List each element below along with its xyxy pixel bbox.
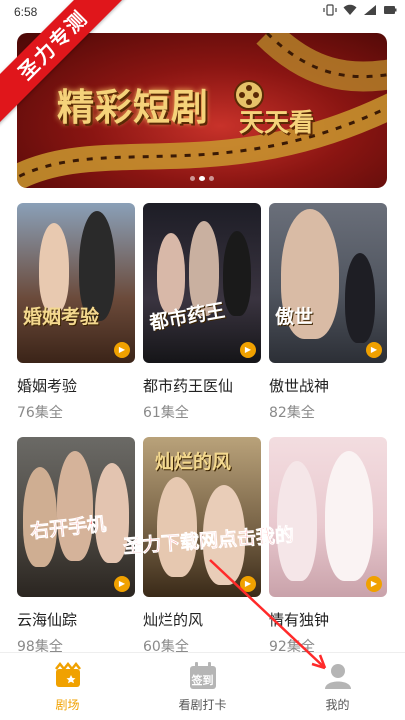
signal-icon [364, 5, 376, 15]
promo-banner[interactable]: 精彩短剧 天天看 [17, 33, 387, 188]
battery-icon [384, 6, 397, 14]
theater-icon [54, 661, 81, 687]
episode-count: 61集全 [143, 405, 189, 421]
poster-title: 灿烂的风 [155, 451, 232, 473]
bottom-tab-bar: 剧场 签到 看剧打卡 我的 [0, 652, 405, 720]
play-icon: ▶ [366, 342, 382, 358]
carousel-indicator [190, 176, 214, 181]
drama-card[interactable]: ▶ 云海仙踪 98集全 [17, 437, 135, 656]
episode-count: 82集全 [269, 405, 315, 421]
tab-profile[interactable]: 我的 [270, 653, 405, 720]
drama-poster[interactable]: 都市药王 ▶ [143, 203, 261, 363]
drama-poster[interactable]: 灿烂的风 ▶ [143, 437, 261, 597]
play-icon: ▶ [240, 342, 256, 358]
carousel-dot-active [199, 176, 205, 181]
drama-poster[interactable]: ▶ [269, 437, 387, 597]
play-icon: ▶ [114, 342, 130, 358]
poster-title: 傲世 [275, 306, 314, 328]
drama-poster[interactable]: 婚姻考验 ▶ [17, 203, 135, 363]
episode-count: 76集全 [17, 405, 63, 421]
drama-card[interactable]: 婚姻考验 ▶ 婚姻考验 76集全 [17, 203, 135, 422]
drama-title[interactable]: 婚姻考验 [17, 375, 135, 396]
drama-card[interactable]: 都市药王 ▶ 都市药王医仙 61集全 [143, 203, 261, 422]
banner-title: 精彩短剧 [57, 85, 209, 129]
play-icon: ▶ [114, 576, 130, 592]
banner-subtitle: 天天看 [239, 108, 315, 137]
wifi-icon [343, 4, 357, 15]
tab-label: 我的 [325, 698, 350, 712]
play-icon: ▶ [240, 576, 256, 592]
play-icon: ▶ [366, 576, 382, 592]
drama-title[interactable]: 灿烂的风 [143, 609, 261, 630]
carousel-dot [190, 176, 195, 181]
checkin-badge: 签到 [191, 674, 214, 687]
tab-label: 看剧打卡 [178, 698, 227, 712]
checkin-icon: 签到 [188, 661, 218, 691]
tab-theater[interactable]: 剧场 [0, 653, 135, 720]
profile-icon [324, 664, 351, 689]
status-time: 6:58 [14, 5, 38, 19]
poster-title: 婚姻考验 [23, 306, 100, 328]
vibrate-icon [323, 4, 337, 16]
drama-card[interactable]: 傲世 ▶ 傲世战神 82集全 [269, 203, 387, 422]
tab-label: 剧场 [55, 698, 80, 712]
drama-title[interactable]: 都市药王医仙 [143, 375, 261, 396]
drama-title[interactable]: 云海仙踪 [17, 609, 135, 630]
tab-checkin[interactable]: 签到 看剧打卡 [135, 653, 270, 720]
drama-title[interactable]: 情有独钟 [269, 609, 387, 630]
drama-title[interactable]: 傲世战神 [269, 375, 387, 396]
drama-poster[interactable]: 傲世 ▶ [269, 203, 387, 363]
carousel-dot [209, 176, 214, 181]
